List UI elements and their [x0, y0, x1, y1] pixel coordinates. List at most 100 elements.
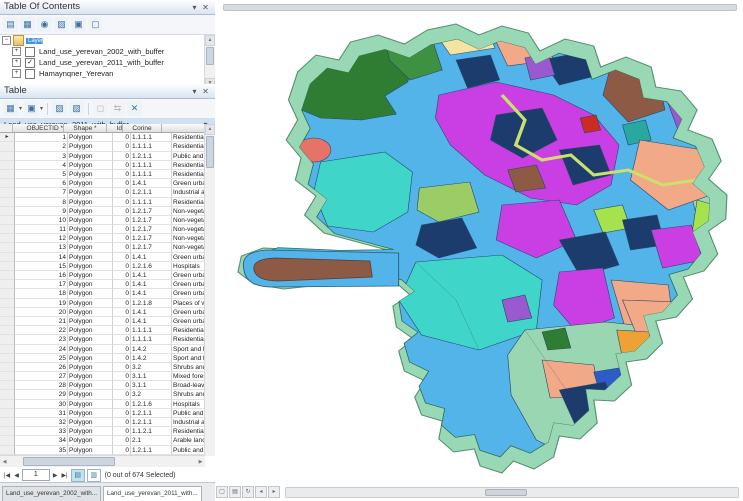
scroll-thumb[interactable] [485, 489, 527, 496]
table-horizontal-scrollbar[interactable]: ◀ ▶ [0, 455, 205, 467]
table-row[interactable]: 19Polygon01.2.1.8Places of worsh [0, 299, 205, 308]
toc-scrollbar[interactable]: ▲ ▼ [204, 35, 215, 89]
expand-icon[interactable]: + [12, 58, 21, 67]
land-use-map[interactable] [215, 0, 743, 501]
row-selector[interactable] [0, 271, 15, 280]
table-row[interactable]: 11Polygon01.2.1.7Non-vegetated [0, 225, 205, 234]
row-selector[interactable] [0, 372, 15, 381]
row-selector[interactable] [0, 142, 15, 151]
map-view[interactable]: ▢▤↻◂▸ [215, 0, 743, 501]
table-row[interactable]: 7Polygon01.2.1.1Industrial areas [0, 188, 205, 197]
table-row[interactable]: 6Polygon01.4.1Green urban ar [0, 179, 205, 188]
row-selector[interactable] [0, 446, 15, 455]
row-selector[interactable] [0, 418, 15, 427]
table-row[interactable]: 20Polygon01.4.1Green urban ar [0, 308, 205, 317]
column-header[interactable]: OBJECTID * [13, 124, 64, 133]
table-row[interactable]: 15Polygon01.2.1.6Hospitals [0, 262, 205, 271]
row-selector[interactable] [0, 170, 15, 179]
row-selector[interactable] [0, 363, 15, 372]
dropdown-arrow-icon[interactable]: ▾ [19, 105, 22, 112]
row-selector[interactable] [0, 289, 15, 298]
expand-icon[interactable]: + [12, 47, 21, 56]
expand-icon[interactable]: + [12, 69, 21, 78]
table-row[interactable]: 27Polygon03.1.1Mixed forests [0, 372, 205, 381]
table-row[interactable]: 23Polygon01.1.1.1Residential cont [0, 335, 205, 344]
row-selector[interactable]: ▸ [0, 133, 15, 142]
table-row[interactable]: 22Polygon01.1.1.1Residential cont [0, 326, 205, 335]
scroll-right-icon[interactable]: ▶ [196, 459, 205, 465]
scroll-up-icon[interactable]: ▲ [205, 35, 215, 46]
table-options-icon[interactable]: ▦ [3, 101, 18, 116]
layer-visibility-checkbox[interactable] [25, 69, 35, 79]
table-row[interactable]: 17Polygon01.4.1Green urban ar [0, 280, 205, 289]
row-selector[interactable] [0, 179, 15, 188]
scroll-thumb[interactable] [206, 136, 214, 168]
row-selector[interactable] [0, 354, 15, 363]
table-tab[interactable]: Land_use_yerevan_2002_with... [2, 486, 101, 501]
table-row[interactable]: 35Polygon01.2.1.1Public and priva [0, 446, 205, 455]
switch-selection-icon[interactable]: ▨ [69, 101, 84, 116]
row-selector[interactable] [0, 152, 15, 161]
row-selector[interactable] [0, 299, 15, 308]
current-record-input[interactable]: 1 [22, 469, 50, 481]
list-by-source-icon[interactable]: ▦ [20, 17, 35, 32]
first-record-button[interactable]: |◀ [3, 472, 11, 479]
row-selector[interactable] [0, 390, 15, 399]
previous-record-button[interactable]: ◀ [13, 472, 20, 479]
row-selector[interactable] [0, 436, 15, 445]
table-row[interactable]: 26Polygon03.2Shrubs and/or h [0, 363, 205, 372]
table-row[interactable]: ▸1Polygon01.1.1.1Residential cont [0, 133, 205, 142]
close-icon[interactable]: ✕ [200, 2, 211, 13]
table-row[interactable]: 31Polygon01.2.1.1Public and priva [0, 409, 205, 418]
row-selector[interactable] [0, 253, 15, 262]
column-header[interactable] [162, 124, 205, 133]
row-selector[interactable] [0, 188, 15, 197]
row-selector[interactable] [0, 381, 15, 390]
row-selector[interactable] [0, 345, 15, 354]
row-selector[interactable] [0, 161, 15, 170]
table-row[interactable]: 30Polygon01.2.1.6Hospitals [0, 400, 205, 409]
close-icon[interactable]: ✕ [200, 86, 211, 97]
column-header[interactable]: Corine [123, 124, 162, 133]
table-row[interactable]: 8Polygon01.1.1.1Residential cont [0, 198, 205, 207]
toc-options-icon[interactable]: ▣ [71, 17, 86, 32]
layer-name[interactable]: Land_use_yerevan_2011_with_buffer [37, 58, 166, 67]
dropdown-arrow-icon[interactable]: ▾ [40, 105, 43, 112]
row-selector[interactable] [0, 335, 15, 344]
layer-visibility-checkbox[interactable]: ✓ [25, 58, 35, 68]
map-horizontal-scrollbar[interactable] [285, 487, 739, 498]
table-row[interactable]: 34Polygon02.1Arable land [0, 436, 205, 445]
table-row[interactable]: 2Polygon01.1.1.1Residential cont [0, 142, 205, 151]
table-row[interactable]: 4Polygon01.1.1.1Residential cont [0, 161, 205, 170]
table-row[interactable]: 13Polygon01.2.1.7Non-vegetated [0, 243, 205, 252]
row-selector[interactable] [0, 207, 15, 216]
scroll-up-icon[interactable]: ▲ [205, 124, 215, 135]
list-by-selection-icon[interactable]: ▧ [54, 17, 69, 32]
row-selector[interactable] [0, 308, 15, 317]
row-selector[interactable] [0, 243, 15, 252]
toc-layer-row[interactable]: + Hamaynqner_Yerevan [0, 68, 215, 79]
pin-icon[interactable]: ▾ [189, 2, 200, 13]
table-vertical-scrollbar[interactable]: ▲ [204, 124, 215, 456]
highlight-selected-icon[interactable]: ▧ [52, 101, 67, 116]
row-selector[interactable] [0, 400, 15, 409]
row-selector[interactable] [0, 409, 15, 418]
toc-root-row[interactable]: − Layers [0, 35, 215, 46]
layers-root-label[interactable]: Layers [26, 38, 43, 44]
row-selector[interactable] [0, 234, 15, 243]
layout-view-icon[interactable]: ▤ [229, 486, 241, 498]
table-row[interactable]: 25Polygon01.4.2Sport and leisu [0, 354, 205, 363]
scroll-thumb[interactable] [23, 457, 115, 466]
layer-name[interactable]: Hamaynqner_Yerevan [37, 69, 115, 78]
table-row[interactable]: 21Polygon01.4.1Green urban ar [0, 317, 205, 326]
toc-extra-icon[interactable]: ▢ [88, 17, 103, 32]
scroll-left-icon[interactable]: ◀ [0, 459, 9, 465]
toc-layer-row[interactable]: + ✓Land_use_yerevan_2011_with_buffer [0, 57, 215, 68]
pin-icon[interactable]: ▾ [189, 86, 200, 97]
row-selector[interactable] [0, 225, 15, 234]
table-tab[interactable]: Land_use_yerevan_2011_with... [103, 486, 202, 501]
list-by-visibility-icon[interactable]: ◉ [37, 17, 52, 32]
table-row[interactable]: 28Polygon03.1.1Broad-leaved fo [0, 381, 205, 390]
list-by-drawing-order-icon[interactable]: ▤ [3, 17, 18, 32]
table-row[interactable]: 10Polygon01.2.1.7Non-vegetated [0, 216, 205, 225]
